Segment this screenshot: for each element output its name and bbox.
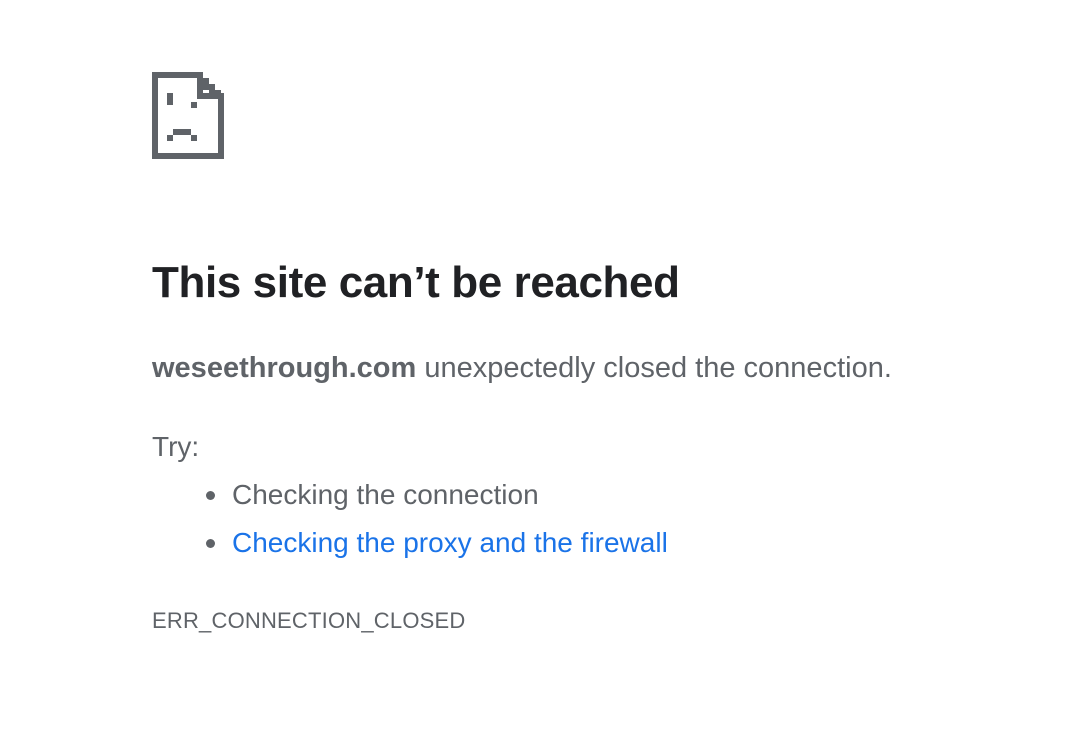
host-name: weseethrough.com [152,352,417,384]
page-title: This site can’t be reached [152,258,680,307]
error-code: ERR_CONNECTION_CLOSED [152,608,466,633]
suggestions-list: Checking the connection Checking the pro… [152,478,668,574]
bullet-icon [206,491,215,500]
error-summary: weseethrough.com unexpectedly closed the… [152,352,892,385]
suggestion-label: Checking the connection [232,479,539,510]
error-message: unexpectedly closed the connection. [416,352,892,384]
suggestion-check-proxy-firewall: Checking the proxy and the firewall [152,526,668,574]
error-page: This site can’t be reached weseethrough.… [152,72,1052,633]
try-label: Try: [152,431,200,462]
bullet-icon [206,539,215,548]
proxy-firewall-link[interactable]: Checking the proxy and the firewall [232,527,668,558]
suggestion-check-connection: Checking the connection [152,478,668,526]
sad-page-icon [152,72,224,159]
